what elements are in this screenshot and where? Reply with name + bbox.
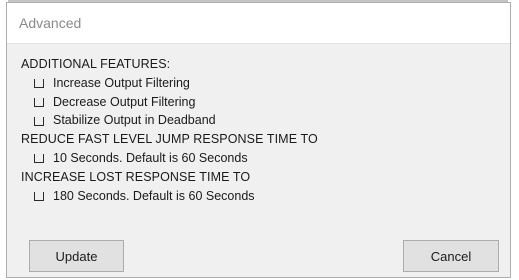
option-label: Stabilize Output in Deadband [53, 113, 216, 128]
checkbox-icon[interactable] [34, 154, 44, 164]
dialog-title: Advanced [19, 15, 82, 31]
advanced-dialog: Advanced ADDITIONAL FEATURES: Increase O… [6, 2, 511, 278]
option-stabilize-output-in-deadband[interactable]: Stabilize Output in Deadband [21, 111, 500, 130]
option-decrease-output-filtering[interactable]: Decrease Output Filtering [21, 93, 500, 112]
dialog-content: ADDITIONAL FEATURES: Increase Output Fil… [21, 55, 500, 205]
checkbox-icon[interactable] [34, 116, 44, 126]
option-180-seconds[interactable]: 180 Seconds. Default is 60 Seconds [21, 187, 500, 206]
checkbox-icon[interactable] [34, 97, 44, 107]
option-10-seconds[interactable]: 10 Seconds. Default is 60 Seconds [21, 149, 500, 168]
dialog-titlebar: Advanced [7, 3, 510, 44]
section-heading-increase-lost-response: INCREASE LOST RESPONSE TIME TO [21, 169, 251, 184]
option-label: Increase Output Filtering [53, 75, 190, 90]
option-increase-output-filtering[interactable]: Increase Output Filtering [21, 74, 500, 93]
section-heading-additional-features: ADDITIONAL FEATURES: [21, 57, 171, 71]
checkbox-icon[interactable] [34, 191, 44, 201]
update-button[interactable]: Update [29, 240, 124, 272]
option-label: Decrease Output Filtering [53, 94, 196, 109]
section-heading-reduce-jump-response: REDUCE FAST LEVEL JUMP RESPONSE TIME TO [21, 132, 318, 147]
option-label: 10 Seconds. Default is 60 Seconds [53, 150, 248, 165]
cancel-button[interactable]: Cancel [403, 240, 499, 272]
checkbox-icon[interactable] [34, 79, 44, 89]
option-label: 180 Seconds. Default is 60 Seconds [53, 188, 255, 203]
